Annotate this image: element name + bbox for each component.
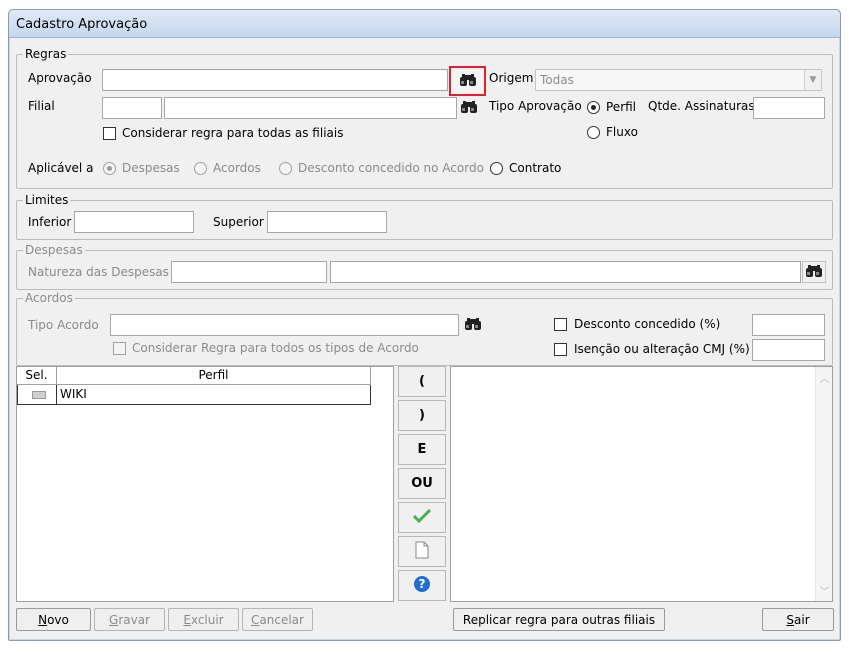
- aprovacao-label: Aprovação: [28, 71, 92, 85]
- perfil-grid: Sel. Perfil WIKI: [16, 366, 394, 602]
- binoculars-icon: [460, 100, 478, 117]
- origem-select[interactable]: Todas ▼: [535, 69, 822, 91]
- isencao-label: Isenção ou alteração CMJ (%): [574, 342, 750, 356]
- cadastro-aprovacao-window: Cadastro Aprovação Regras Aprovação Orig…: [8, 9, 841, 641]
- replicar-button[interactable]: Replicar regra para outras filiais: [453, 608, 665, 631]
- binoculars-icon: [464, 317, 482, 334]
- help-button[interactable]: ?: [398, 570, 446, 601]
- expression-scrollbar[interactable]: ︿ ﹀: [815, 367, 832, 601]
- inferior-label: Inferior: [28, 215, 72, 229]
- tipo-perfil-radio[interactable]: [587, 101, 600, 114]
- aplicavel-contrato-radio[interactable]: [490, 162, 503, 175]
- cancelar-button[interactable]: Cancelar: [242, 608, 313, 631]
- open-paren-button[interactable]: (: [398, 366, 446, 397]
- filial-label: Filial: [28, 99, 55, 113]
- acordos-group: Acordos Tipo Acordo Considerar Regra par…: [16, 291, 833, 366]
- limites-legend: Limites: [23, 193, 71, 207]
- aplicavel-desconto-radio[interactable]: [279, 162, 292, 175]
- origem-value: Todas: [540, 73, 574, 87]
- tipo-acordo-input[interactable]: [110, 314, 459, 336]
- acordos-legend: Acordos: [23, 291, 75, 305]
- natureza-code-input[interactable]: [171, 261, 327, 283]
- binoculars-icon: [805, 264, 823, 281]
- aplicavel-acordos-label: Acordos: [213, 161, 261, 175]
- regras-legend: Regras: [23, 47, 69, 61]
- sair-button[interactable]: Sair: [762, 608, 834, 631]
- desconto-label: Desconto concedido (%): [574, 317, 721, 331]
- aplicavel-label: Aplicável a: [28, 161, 94, 175]
- inferior-input[interactable]: [74, 211, 194, 233]
- help-icon: ?: [413, 575, 431, 597]
- tipo-fluxo-label: Fluxo: [606, 125, 638, 139]
- regras-group: Regras Aprovação Origem Todas ▼ Filial T…: [16, 47, 833, 189]
- tipo-aprovacao-label: Tipo Aprovação: [489, 99, 582, 113]
- checkmark-icon: [412, 508, 432, 527]
- and-button[interactable]: E: [398, 434, 446, 465]
- aplicavel-despesas-radio[interactable]: [103, 162, 116, 175]
- despesas-group: Despesas Natureza das Despesas: [16, 243, 833, 290]
- considerar-filiais-label: Considerar regra para todas as filiais: [122, 126, 344, 140]
- confirm-button[interactable]: [398, 502, 446, 533]
- row-select-cell[interactable]: [17, 385, 57, 405]
- aplicavel-acordos-radio[interactable]: [194, 162, 207, 175]
- chevron-down-icon[interactable]: ▼: [804, 70, 821, 90]
- filial-code-input[interactable]: [102, 97, 162, 119]
- document-icon: [415, 541, 429, 563]
- desconto-checkbox[interactable]: [554, 318, 567, 331]
- novo-button[interactable]: Novo: [16, 608, 91, 631]
- aplicavel-despesas-label: Despesas: [122, 161, 180, 175]
- aprovacao-input[interactable]: [102, 69, 448, 91]
- scroll-up-icon[interactable]: ︿: [816, 370, 833, 385]
- considerar-filiais-checkbox[interactable]: [103, 127, 116, 140]
- tipo-acordo-label: Tipo Acordo: [28, 318, 99, 332]
- excluir-button[interactable]: Excluir: [168, 608, 239, 631]
- natureza-name-input[interactable]: [330, 261, 801, 283]
- svg-text:?: ?: [419, 577, 426, 591]
- column-header-perfil[interactable]: Perfil: [57, 367, 371, 385]
- superior-label: Superior: [213, 215, 264, 229]
- tipo-fluxo-radio[interactable]: [587, 126, 600, 139]
- qtde-assinaturas-input[interactable]: [753, 97, 825, 119]
- binoculars-icon: [459, 73, 477, 90]
- scroll-down-icon[interactable]: ﹀: [816, 583, 833, 598]
- isencao-checkbox[interactable]: [554, 343, 567, 356]
- natureza-search-button[interactable]: [802, 261, 826, 283]
- or-button[interactable]: OU: [398, 468, 446, 499]
- gravar-button[interactable]: Gravar: [94, 608, 165, 631]
- new-document-button[interactable]: [398, 536, 446, 567]
- filial-search-button[interactable]: [457, 97, 481, 119]
- row-selector-icon: [31, 390, 46, 399]
- close-paren-button[interactable]: ): [398, 400, 446, 431]
- isencao-input[interactable]: [752, 339, 825, 361]
- perfil-cell[interactable]: WIKI: [57, 385, 371, 405]
- aplicavel-contrato-label: Contrato: [509, 161, 562, 175]
- origem-label: Origem: [489, 71, 534, 85]
- operator-buttons: ( ) E OU ?: [398, 366, 446, 602]
- tipo-perfil-label: Perfil: [606, 100, 637, 114]
- tipo-acordo-search-button[interactable]: [461, 314, 485, 336]
- considerar-tipos-label: Considerar Regra para todos os tipos de …: [132, 341, 419, 355]
- superior-input[interactable]: [267, 211, 387, 233]
- column-header-sel[interactable]: Sel.: [17, 367, 57, 385]
- considerar-tipos-checkbox[interactable]: [113, 342, 126, 355]
- filial-name-input[interactable]: [164, 97, 457, 119]
- desconto-input[interactable]: [752, 314, 825, 336]
- expression-area[interactable]: ︿ ﹀: [450, 366, 833, 602]
- aplicavel-desconto-label: Desconto concedido no Acordo: [298, 161, 484, 175]
- qtde-assinaturas-label: Qtde. Assinaturas: [648, 99, 755, 113]
- despesas-legend: Despesas: [23, 243, 85, 257]
- natureza-despesas-label: Natureza das Despesas: [28, 265, 169, 279]
- aprovacao-search-button[interactable]: [449, 66, 486, 96]
- limites-group: Limites Inferior Superior: [16, 193, 833, 240]
- window-title: Cadastro Aprovação: [9, 10, 840, 38]
